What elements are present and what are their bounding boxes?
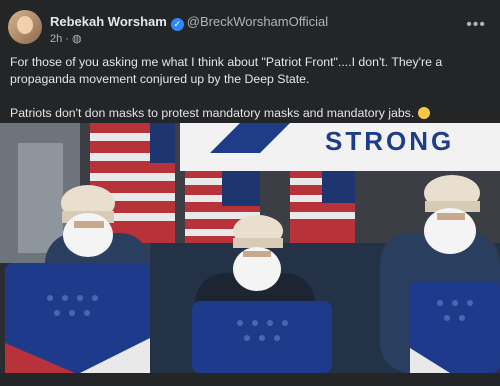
post-text: For those of you asking me what I think … [10, 54, 480, 122]
globe-icon: ◍ [72, 33, 82, 45]
more-options-button[interactable]: ••• [466, 16, 486, 34]
strong-banner: STRONG [180, 123, 500, 171]
author-handle[interactable]: @BreckWorshamOfficial [187, 14, 328, 29]
post-card: Rebekah Worsham ✓ @BreckWorshamOfficial 2h… [0, 0, 500, 386]
verified-badge-icon: ✓ [170, 18, 184, 31]
protest-photo-illustration: STRONG [0, 123, 500, 373]
author-row: Rebekah Worsham ✓ @BreckWorshamOfficial [50, 14, 328, 31]
shield-right [410, 281, 500, 373]
avatar[interactable] [8, 10, 42, 44]
post-meta: 2h · ◍ [50, 33, 82, 45]
american-flag-right [290, 168, 355, 248]
post-bottom-spacer [0, 373, 500, 386]
post-paragraph-2: Patriots don't don masks to protest mand… [10, 105, 480, 122]
post-photo[interactable]: STRONG [0, 123, 500, 373]
post-paragraph-2-text: Patriots don't don masks to protest mand… [10, 106, 415, 120]
banner-text: STRONG [325, 126, 454, 156]
shield-middle [192, 301, 332, 373]
flushed-face-emoji-icon [417, 107, 430, 119]
shield-left [5, 263, 150, 373]
post-time[interactable]: 2h [50, 33, 62, 45]
post-paragraph-1: For those of you asking me what I think … [10, 55, 443, 86]
author-name[interactable]: Rebekah Worsham [50, 14, 167, 29]
post-header: Rebekah Worsham ✓ @BreckWorshamOfficial 2h… [8, 8, 492, 45]
